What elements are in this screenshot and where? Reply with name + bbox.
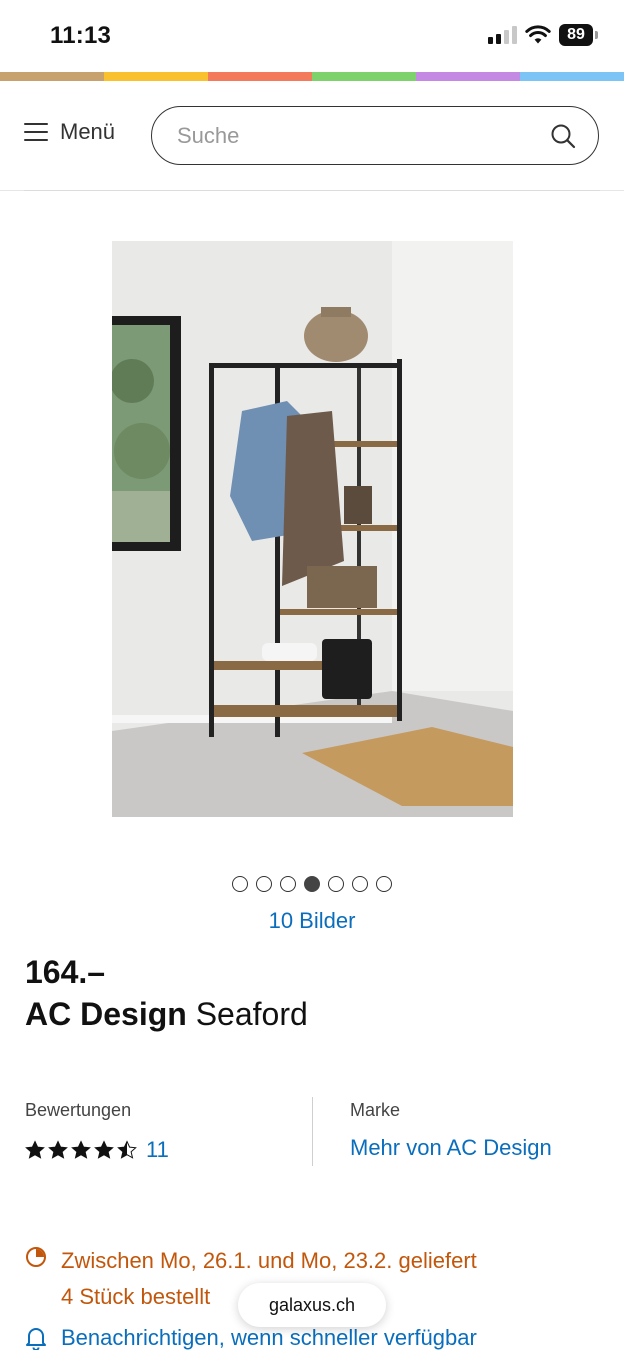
search-box[interactable] — [151, 106, 599, 165]
brand-label: Marke — [350, 1100, 401, 1120]
brand-color-stripe — [0, 72, 624, 81]
star-icon — [94, 1140, 114, 1159]
status-time: 11:13 — [50, 22, 112, 49]
stripe-segment — [416, 72, 520, 81]
star-icon — [48, 1140, 68, 1159]
rating-count[interactable]: 11 — [146, 1137, 169, 1163]
notify-link[interactable]: Benachrichtigen, wenn schneller verfügba… — [61, 1325, 477, 1350]
image-count-link[interactable]: 10 Bilder — [0, 908, 624, 934]
stripe-segment — [520, 72, 624, 81]
star-icon — [25, 1140, 45, 1159]
battery-icon: 89 — [559, 24, 598, 46]
ratings-section[interactable]: Bewertungen 11 — [25, 1100, 305, 1163]
stripe-segment — [0, 72, 104, 81]
search-icon[interactable] — [550, 123, 576, 149]
carousel-dot-active[interactable] — [304, 876, 320, 892]
battery-level: 89 — [559, 24, 593, 46]
carousel-dot[interactable] — [352, 876, 368, 892]
brand-section: Marke Mehr von AC Design — [350, 1100, 610, 1161]
product-price: 164.– — [25, 954, 106, 990]
notify-row[interactable]: Benachrichtigen, wenn schneller verfügba… — [25, 1325, 477, 1350]
stripe-segment — [104, 72, 208, 81]
browser-url-pill[interactable]: galaxus.ch — [238, 1283, 386, 1327]
hamburger-icon — [24, 123, 48, 141]
menu-button[interactable]: Menü — [24, 119, 115, 145]
carousel-dot[interactable] — [376, 876, 392, 892]
delivery-clock-icon — [26, 1247, 46, 1267]
product-image[interactable] — [112, 241, 513, 817]
carousel-dot[interactable] — [280, 876, 296, 892]
signal-icon — [488, 26, 517, 44]
more-from-brand-link[interactable]: Mehr von AC Design — [350, 1135, 610, 1161]
carousel-dot[interactable] — [328, 876, 344, 892]
status-bar: 11:13 89 — [0, 0, 624, 72]
rating-stars[interactable]: 11 — [25, 1137, 305, 1163]
menu-label: Menü — [60, 119, 116, 144]
product-brand: AC Design — [25, 996, 187, 1032]
star-icon — [117, 1140, 137, 1159]
carousel-dots — [0, 876, 624, 892]
product-title: AC Design Seaford — [25, 996, 308, 1033]
delivery-date: Zwischen Mo, 26.1. und Mo, 23.2. geliefe… — [61, 1248, 477, 1273]
product-name: Seaford — [195, 996, 308, 1032]
info-divider — [312, 1097, 313, 1166]
carousel-dot[interactable] — [232, 876, 248, 892]
star-icon — [71, 1140, 91, 1159]
status-icons: 89 — [488, 24, 598, 46]
stripe-segment — [208, 72, 312, 81]
carousel-dot[interactable] — [256, 876, 272, 892]
wifi-icon — [525, 25, 551, 44]
stripe-segment — [312, 72, 416, 81]
header-divider — [24, 190, 600, 191]
ratings-label: Bewertungen — [25, 1100, 132, 1120]
search-input[interactable] — [177, 122, 550, 149]
site-header: Menü — [0, 81, 624, 191]
bell-icon — [26, 1328, 46, 1350]
